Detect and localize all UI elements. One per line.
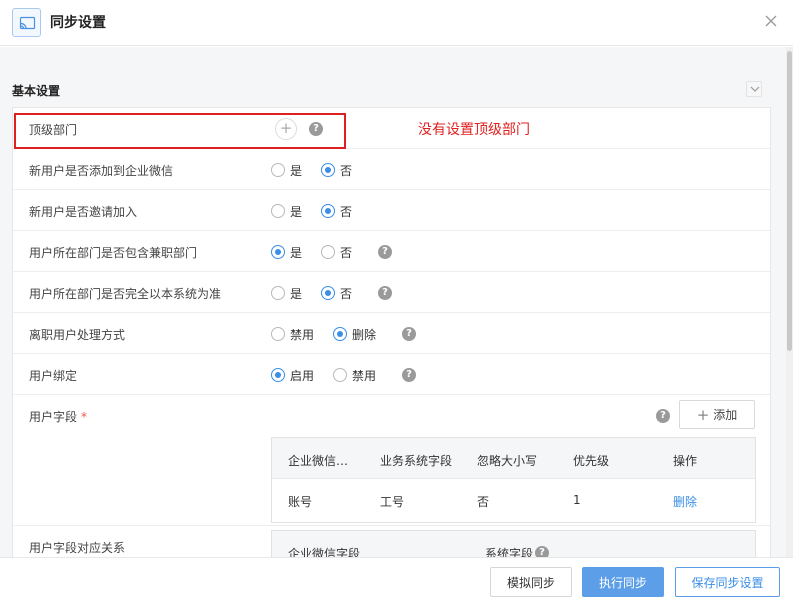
radio-circle (333, 368, 347, 382)
required-star: * (81, 410, 88, 424)
help-icon[interactable]: ? (309, 122, 323, 136)
header-ignore-case: 忽略大小写 (477, 454, 538, 468)
radio-circle-checked (271, 245, 285, 259)
radio-circle (271, 327, 285, 341)
radio-yes[interactable]: 是 (271, 162, 302, 178)
radio-disable[interactable]: 禁用 (271, 326, 314, 342)
radio-label: 是 (290, 204, 303, 219)
radio-label: 删除 (352, 327, 377, 342)
cast-icon (12, 8, 41, 37)
row-user-binding: 用户绑定 启用 禁用 ? (13, 354, 770, 395)
row-label: 用户字段对应关系 (29, 541, 126, 555)
cell-wechat-field: 账号 (288, 495, 313, 509)
radio-circle (271, 286, 285, 300)
row-label: 用户所在部门是否完全以本系统为准 (29, 287, 222, 301)
row-top-department: 顶级部门 + ? 没有设置顶级部门 (13, 108, 770, 149)
table-header: 企业微信… 业务系统字段 忽略大小写 优先级 操作 (272, 438, 755, 479)
radio-label: 是 (290, 163, 303, 178)
execute-sync-button[interactable]: 执行同步 (582, 567, 664, 597)
radio-disable[interactable]: 禁用 (333, 367, 376, 383)
dialog-footer: 模拟同步 执行同步 保存同步设置 (0, 557, 793, 607)
radio-yes[interactable]: 是 (271, 285, 302, 301)
radio-no[interactable]: 否 (321, 203, 352, 219)
radio-yes[interactable]: 是 (271, 244, 302, 260)
radio-no[interactable]: 否 (321, 285, 352, 301)
row-label: 用户绑定 (29, 369, 78, 383)
radio-circle-checked (321, 163, 335, 177)
radio-no[interactable]: 否 (321, 162, 352, 178)
radio-enable[interactable]: 启用 (271, 367, 314, 383)
row-add-new-user: 新用户是否添加到企业微信 是 否 (13, 149, 770, 190)
simulate-sync-button[interactable]: 模拟同步 (490, 567, 572, 597)
radio-label: 否 (340, 245, 353, 260)
radio-label: 是 (290, 286, 303, 301)
row-label-text: 用户字段 (29, 410, 78, 424)
row-dept-source: 用户所在部门是否完全以本系统为准 是 否 ? (13, 272, 770, 313)
row-resigned-user-handling: 离职用户处理方式 禁用 删除 ? (13, 313, 770, 354)
section-title: 基本设置 (12, 84, 61, 98)
field-mapping-table: 企业微信字段 系统字段 ? (271, 530, 756, 557)
plus-icon: + (696, 405, 710, 424)
help-icon[interactable]: ? (378, 286, 392, 300)
help-icon[interactable]: ? (656, 409, 670, 423)
radio-circle (271, 163, 285, 177)
radio-label: 禁用 (352, 368, 377, 383)
add-field-label: 添加 (713, 408, 738, 422)
row-label: 新用户是否添加到企业微信 (29, 164, 174, 178)
delete-row-link[interactable]: 删除 (673, 493, 697, 510)
dialog-header: 同步设置 (0, 0, 793, 46)
help-icon[interactable]: ? (535, 546, 549, 557)
radio-label: 是 (290, 245, 303, 260)
close-icon[interactable] (763, 13, 779, 29)
row-label: 离职用户处理方式 (29, 328, 126, 342)
row-invite-user: 新用户是否邀请加入 是 否 (13, 190, 770, 231)
user-fields-table: 企业微信… 业务系统字段 忽略大小写 优先级 操作 账号 工号 否 1 删除 (271, 437, 756, 523)
dialog-title: 同步设置 (50, 15, 106, 31)
help-icon[interactable]: ? (402, 327, 416, 341)
radio-circle (271, 204, 285, 218)
radio-circle (321, 245, 335, 259)
radio-label: 启用 (290, 368, 315, 383)
chevron-down-icon[interactable] (746, 81, 762, 97)
dialog-content: 基本设置 顶级部门 + ? 没有设置顶级部门 新用户是否添加到企业微信 是 否 (0, 47, 793, 557)
radio-label: 否 (340, 204, 353, 219)
header-action: 操作 (673, 454, 698, 468)
radio-yes[interactable]: 是 (271, 203, 302, 219)
header-wechat-field: 企业微信字段 (288, 547, 361, 557)
radio-no[interactable]: 否 (321, 244, 352, 260)
vertical-scrollbar[interactable] (786, 47, 793, 557)
radio-delete[interactable]: 删除 (333, 326, 376, 342)
add-field-button[interactable]: + 添加 (679, 400, 755, 429)
header-system-field: 业务系统字段 (380, 454, 453, 468)
cell-priority: 1 (573, 493, 581, 507)
header-wechat-field: 企业微信… (288, 454, 349, 468)
table-row: 账号 工号 否 1 删除 (272, 479, 755, 522)
radio-circle-checked (321, 286, 335, 300)
radio-circle-checked (333, 327, 347, 341)
cell-ignore-case: 否 (477, 495, 490, 509)
radio-circle-checked (271, 368, 285, 382)
help-icon[interactable]: ? (378, 245, 392, 259)
scrollbar-thumb[interactable] (787, 51, 792, 351)
row-label: 用户所在部门是否包含兼职部门 (29, 246, 198, 260)
radio-label: 禁用 (290, 327, 315, 342)
row-label: 顶级部门 (29, 123, 78, 137)
add-department-button[interactable]: + (275, 118, 297, 140)
save-sync-settings-button[interactable]: 保存同步设置 (675, 567, 780, 597)
help-icon[interactable]: ? (402, 368, 416, 382)
row-label: 用户字段 * (29, 408, 87, 425)
radio-label: 否 (340, 286, 353, 301)
cell-system-field: 工号 (380, 495, 405, 509)
row-include-part-time-dept: 用户所在部门是否包含兼职部门 是 否 ? (13, 231, 770, 272)
radio-circle-checked (321, 204, 335, 218)
annotation-text: 没有设置顶级部门 (418, 122, 530, 138)
header-priority: 优先级 (573, 454, 610, 468)
radio-label: 否 (340, 163, 353, 178)
header-system-field: 系统字段 (485, 547, 534, 557)
settings-panel: 顶级部门 + ? 没有设置顶级部门 新用户是否添加到企业微信 是 否 新用户是否… (12, 107, 771, 557)
row-label: 新用户是否邀请加入 (29, 205, 138, 219)
